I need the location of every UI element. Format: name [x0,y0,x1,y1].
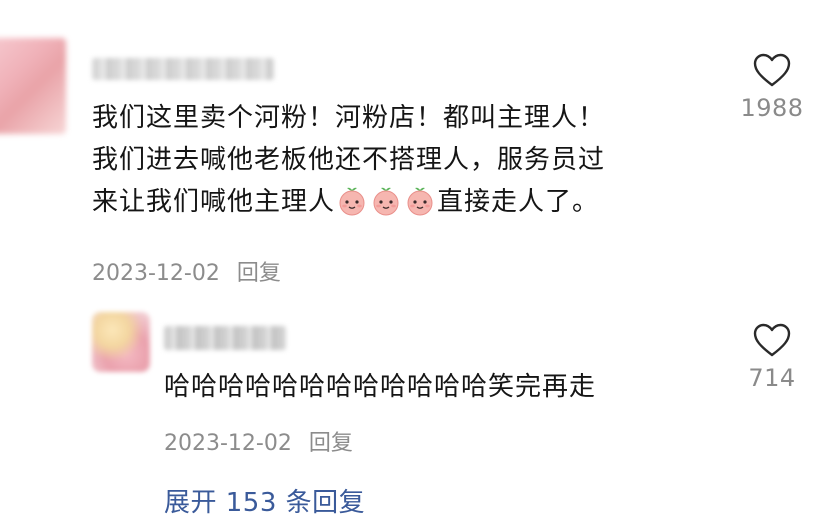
heart-outline-icon[interactable] [752,52,792,88]
reply-button[interactable]: 回复 [237,261,281,286]
username-blurred[interactable] [92,58,274,80]
like-button[interactable]: 1988 [736,52,808,122]
reply-like-button[interactable]: 714 [736,322,808,392]
reply-date: 2023-12-02 [164,431,292,456]
comment-text: 我们这里卖个河粉！河粉店！都叫主理人！ 我们进去喊他老板他还不搭理人，服务员过 … [92,97,722,223]
avatar[interactable] [0,38,66,134]
peach-face-emoji-icon [337,186,367,216]
peach-face-emoji-icon [371,186,401,216]
reply-username-blurred[interactable] [164,326,286,350]
comment-text-part-2: 直接走人了。 [437,187,600,217]
reply-text: 哈哈哈哈哈哈哈哈哈哈哈哈笑完再走 [164,372,597,402]
reply-meta: 2023-12-02 回复 [164,425,353,457]
comment-meta: 2023-12-02 回复 [92,255,281,287]
comment-date: 2023-12-02 [92,261,220,286]
peach-face-emoji-icon [405,186,435,216]
expand-replies-link[interactable]: 展开 153 条回复 [164,482,365,519]
like-count: 1988 [740,94,804,122]
reply-avatar[interactable] [92,312,150,372]
heart-outline-icon[interactable] [752,322,792,358]
reply-reply-button[interactable]: 回复 [309,431,353,456]
reply-like-count: 714 [748,364,796,392]
